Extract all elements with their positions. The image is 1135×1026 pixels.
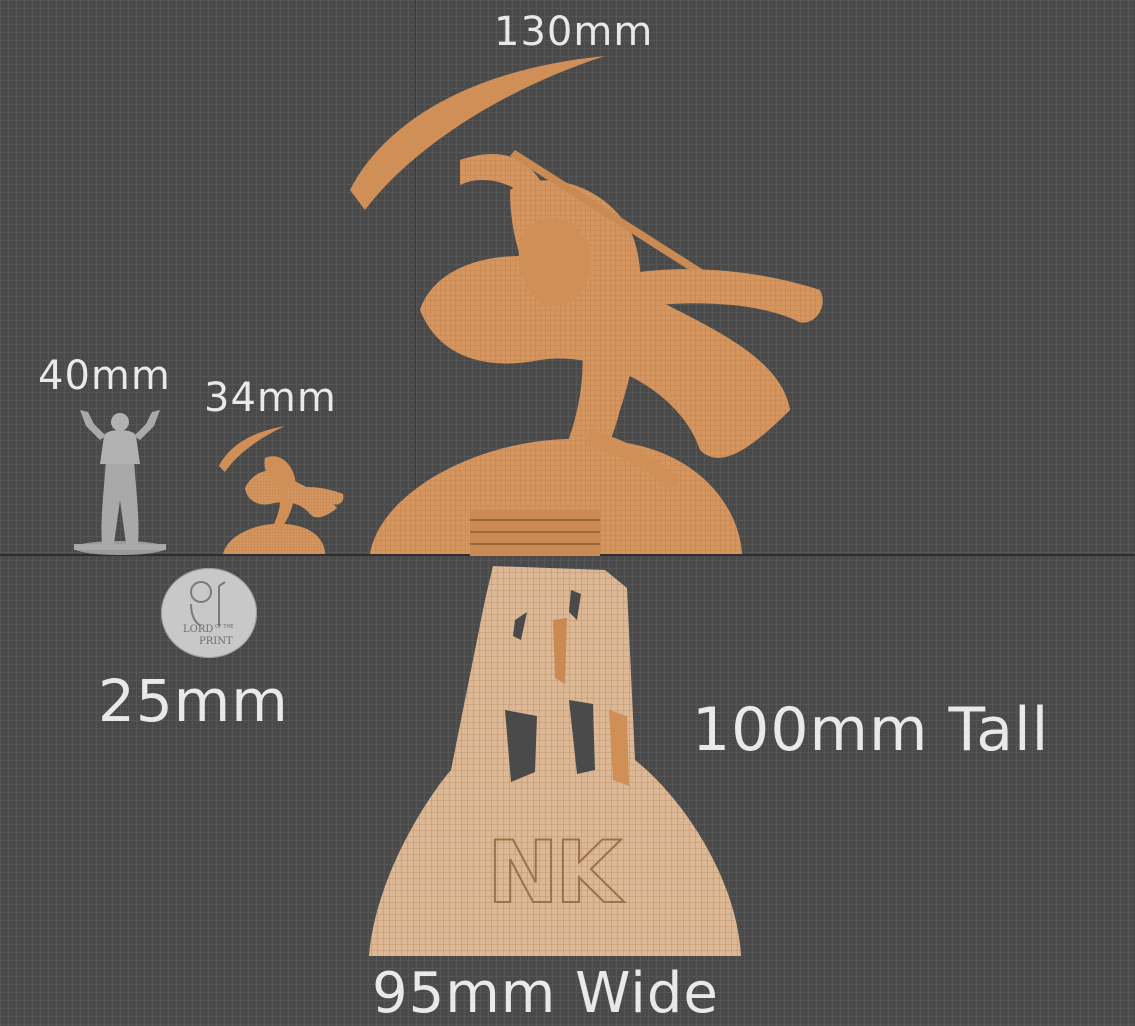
height-label-40mm: 40mm: [38, 353, 171, 399]
base-engraving: NK: [486, 823, 623, 923]
height-label-34mm: 34mm: [204, 375, 337, 421]
display-width-label: 95mm Wide: [372, 961, 719, 1026]
logo-text-line1: LORD: [183, 624, 214, 635]
small-miniature-render: [219, 426, 344, 554]
grey-reference-miniature: [74, 410, 166, 555]
lord-of-the-print-logo: LORD OF THE PRINT: [161, 568, 257, 658]
large-miniature-render: [350, 56, 823, 556]
display-height-label: 100mm Tall: [692, 695, 1050, 765]
logo-text-line3: PRINT: [199, 636, 233, 647]
base-size-label-25mm: 25mm: [98, 667, 289, 735]
logo-text-line2: OF THE: [215, 624, 234, 630]
height-label-130mm: 130mm: [494, 9, 654, 55]
